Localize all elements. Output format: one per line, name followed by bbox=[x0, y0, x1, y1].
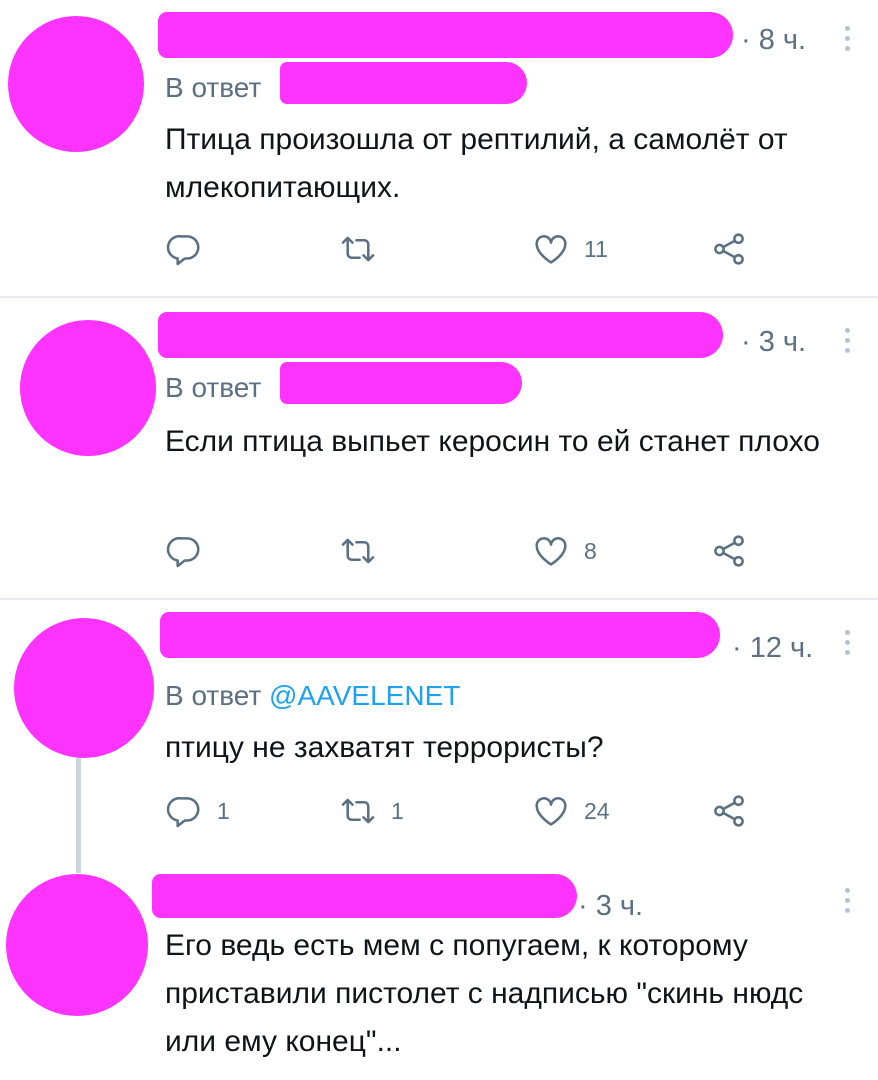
like-icon bbox=[532, 792, 570, 830]
retweet-icon bbox=[339, 532, 377, 570]
reply-button[interactable] bbox=[165, 532, 217, 570]
author-name-redacted bbox=[158, 12, 733, 58]
share-icon bbox=[710, 230, 748, 268]
retweet-icon bbox=[339, 230, 377, 268]
timestamp[interactable]: · 12 ч. bbox=[732, 632, 813, 665]
share-button[interactable] bbox=[710, 532, 748, 570]
reply-icon bbox=[165, 532, 203, 570]
share-button[interactable] bbox=[710, 230, 748, 268]
reply-button[interactable] bbox=[165, 230, 217, 268]
more-icon[interactable] bbox=[842, 328, 852, 358]
tweet[interactable]: · 12 ч. В ответ @AAVELENET птицу не захв… bbox=[0, 600, 878, 856]
reply-count: 1 bbox=[217, 797, 230, 824]
reply-to: В ответ bbox=[165, 372, 261, 404]
like-button[interactable]: 8 bbox=[532, 532, 597, 570]
tweet[interactable]: · 8 ч. В ответ Птица произошла от рептил… bbox=[0, 0, 878, 296]
more-icon[interactable] bbox=[842, 888, 852, 918]
like-count: 8 bbox=[584, 537, 597, 564]
avatar[interactable] bbox=[8, 16, 144, 152]
author-name-redacted bbox=[158, 312, 723, 358]
reply-to: В ответ @AAVELENET bbox=[165, 680, 460, 712]
tweet[interactable]: · 3 ч. Его ведь есть мем с попугаем, к к… bbox=[0, 856, 878, 1080]
like-count: 11 bbox=[584, 235, 608, 262]
reply-handle-redacted bbox=[280, 62, 527, 104]
share-icon bbox=[710, 792, 748, 830]
reply-prefix: В ответ bbox=[165, 372, 262, 403]
retweet-icon bbox=[339, 792, 377, 830]
share-icon bbox=[710, 532, 748, 570]
avatar[interactable] bbox=[20, 320, 156, 456]
like-button[interactable]: 11 bbox=[532, 230, 608, 268]
like-count: 24 bbox=[584, 797, 610, 824]
author-name-redacted bbox=[160, 612, 720, 658]
tweet-text: Его ведь есть мем с попугаем, к которому… bbox=[165, 929, 804, 1058]
avatar[interactable] bbox=[14, 618, 154, 758]
timestamp[interactable]: · 8 ч. bbox=[741, 24, 806, 57]
retweet-button[interactable]: 1 bbox=[339, 792, 404, 830]
reply-icon bbox=[165, 792, 203, 830]
avatar[interactable] bbox=[6, 874, 148, 1016]
timestamp[interactable]: · 3 ч. bbox=[741, 326, 806, 359]
retweet-button[interactable] bbox=[339, 230, 391, 268]
timestamp[interactable]: · 3 ч. bbox=[578, 890, 643, 923]
retweet-button[interactable] bbox=[339, 532, 391, 570]
tweet[interactable]: · 3 ч. В ответ Если птица выпьет керосин… bbox=[0, 298, 878, 598]
like-icon bbox=[532, 532, 570, 570]
retweet-count: 1 bbox=[391, 797, 404, 824]
reply-handle-link[interactable]: @AAVELENET bbox=[269, 680, 460, 711]
reply-icon bbox=[165, 230, 203, 268]
like-icon bbox=[532, 230, 570, 268]
reply-prefix: В ответ bbox=[165, 72, 262, 103]
share-button[interactable] bbox=[710, 792, 748, 830]
reply-button[interactable]: 1 bbox=[165, 792, 230, 830]
like-button[interactable]: 24 bbox=[532, 792, 610, 830]
tweet-text: Если птица выпьет керосин то ей станет п… bbox=[165, 425, 820, 458]
tweet-text: Птица произошла от рептилий, а самолёт о… bbox=[165, 123, 788, 204]
more-icon[interactable] bbox=[842, 26, 852, 56]
reply-to: В ответ bbox=[165, 72, 261, 104]
reply-prefix: В ответ bbox=[165, 680, 262, 711]
author-name-redacted bbox=[152, 874, 577, 918]
tweet-text: птицу не захватят террористы? bbox=[165, 731, 604, 764]
reply-handle-redacted bbox=[280, 362, 522, 404]
more-icon[interactable] bbox=[842, 630, 852, 660]
